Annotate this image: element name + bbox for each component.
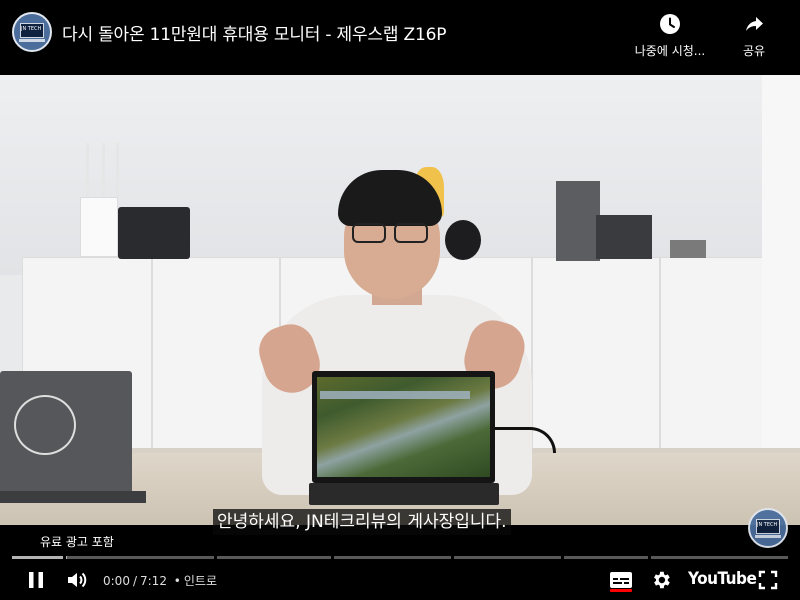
volume-icon bbox=[68, 572, 87, 588]
time-separator: / bbox=[132, 574, 137, 588]
time-display: 0:00/7:12 • 인트로 bbox=[103, 572, 217, 589]
chapter-title[interactable]: 인트로 bbox=[184, 574, 217, 588]
watch-later-label: 나중에 시청... bbox=[634, 44, 706, 58]
pause-button[interactable] bbox=[22, 566, 50, 594]
mute-button[interactable] bbox=[62, 566, 92, 594]
share-button[interactable]: 공유 bbox=[734, 12, 774, 59]
clock-icon bbox=[660, 14, 680, 34]
progress-chapter-segment[interactable] bbox=[65, 556, 215, 559]
gear-icon bbox=[654, 571, 670, 589]
progress-chapter-segment[interactable] bbox=[12, 556, 63, 559]
progress-chapter-segment[interactable] bbox=[651, 556, 788, 559]
video-player[interactable]: JN TECH 다시 돌아온 11만원대 휴대용 모니터 - 제우스랩 Z16P… bbox=[0, 0, 800, 600]
watermark-text: JN TECH bbox=[757, 522, 778, 528]
video-frame[interactable] bbox=[0, 75, 800, 525]
fullscreen-button[interactable] bbox=[754, 566, 782, 594]
channel-watermark[interactable]: JN TECH bbox=[748, 508, 788, 548]
avatar-monitor-base bbox=[19, 39, 45, 42]
laptop-sticker bbox=[14, 395, 76, 455]
monitor-screen-bridge bbox=[320, 391, 470, 399]
avatar-text: JN TECH bbox=[21, 26, 42, 32]
share-icon bbox=[746, 17, 763, 31]
subtitle-caption: 안녕하세요, JN테크리뷰의 게사장입니다. bbox=[213, 509, 511, 535]
top-bar: JN TECH 다시 돌아온 11만원대 휴대용 모니터 - 제우스랩 Z16P… bbox=[0, 0, 800, 75]
scene-router bbox=[80, 197, 118, 257]
fullscreen-icon bbox=[758, 570, 778, 590]
duration: 7:12 bbox=[140, 574, 167, 588]
pause-icon bbox=[29, 572, 43, 588]
progress-loaded-fill bbox=[12, 556, 63, 559]
scene-antenna bbox=[116, 143, 119, 198]
scene-nas bbox=[118, 207, 190, 259]
subtitles-icon bbox=[610, 572, 632, 588]
subtitles-active-indicator bbox=[610, 589, 632, 592]
settings-button[interactable] bbox=[648, 566, 674, 594]
youtube-logo[interactable]: YouTube bbox=[688, 569, 757, 589]
presenter-glasses bbox=[352, 223, 430, 245]
portable-monitor-stand bbox=[309, 483, 499, 505]
scene-small-device bbox=[670, 240, 706, 258]
scene-laptop-base bbox=[0, 491, 146, 503]
progress-chapter-segment[interactable] bbox=[453, 556, 562, 559]
video-title[interactable]: 다시 돌아온 11만원대 휴대용 모니터 - 제우스랩 Z16P bbox=[62, 20, 446, 45]
chapter-dot: • bbox=[173, 574, 181, 588]
scene-boxes bbox=[596, 215, 652, 259]
scene-cabinet bbox=[532, 257, 660, 452]
watch-later-button[interactable]: 나중에 시청... bbox=[628, 12, 712, 59]
watermark-monitor-base bbox=[755, 535, 781, 538]
share-label: 공유 bbox=[742, 44, 766, 58]
channel-avatar[interactable]: JN TECH bbox=[12, 12, 52, 52]
scene-antenna bbox=[86, 143, 89, 198]
current-time: 0:00 bbox=[103, 574, 130, 588]
scene-speaker-ball bbox=[445, 220, 481, 260]
progress-chapter-segment[interactable] bbox=[564, 556, 649, 559]
progress-chapter-segment[interactable] bbox=[333, 556, 451, 559]
progress-chapter-segment[interactable] bbox=[217, 556, 331, 559]
paid-promotion-label[interactable]: 유료 광고 포함 bbox=[40, 533, 114, 550]
scene-antenna bbox=[102, 143, 105, 198]
progress-loaded-fill bbox=[65, 556, 67, 559]
progress-bar[interactable] bbox=[12, 556, 788, 559]
scene-device bbox=[556, 181, 600, 261]
